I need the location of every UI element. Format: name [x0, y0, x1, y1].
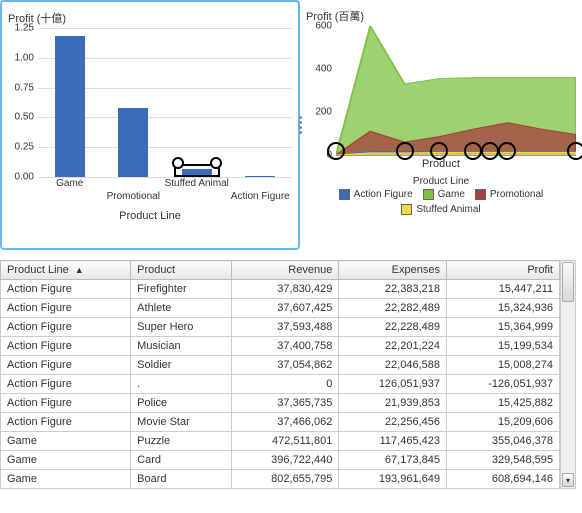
table-row[interactable]: GamePuzzle472,511,801117,465,423355,046,…	[1, 432, 560, 451]
table-row[interactable]: Action Figure.0126,051,937-126,051,937	[1, 375, 560, 394]
table-row[interactable]: GameBoard802,655,795193,961,649608,694,1…	[1, 470, 560, 489]
swatch-icon	[475, 189, 486, 200]
selection-marker-icon[interactable]	[498, 142, 516, 160]
area-x-axis-label: Product	[306, 158, 576, 170]
selection-marker-icon[interactable]	[396, 142, 414, 160]
bar-y-axis: 0.000.250.500.751.001.25	[8, 28, 36, 177]
col-header-product-line[interactable]: Product Line▲	[1, 261, 131, 280]
sort-asc-icon: ▲	[75, 265, 84, 275]
legend-item-action-figure[interactable]: Action Figure	[339, 189, 413, 200]
bar-x-axis-label: Product Line	[8, 210, 292, 222]
table-row[interactable]: Action FigurePolice37,365,73521,939,8531…	[1, 394, 560, 413]
area-chart-panel[interactable]: Profit (百萬) 0200400600 Product Product L…	[300, 0, 582, 250]
swatch-icon	[339, 189, 350, 200]
bar-stuffed-animal[interactable]	[172, 28, 222, 177]
area-chart-plot[interactable]: 0200400600	[336, 26, 576, 156]
area-chart-title: Profit (百萬)	[306, 8, 576, 24]
table-row[interactable]: Action FigureMusician37,400,75822,201,22…	[1, 337, 560, 356]
table-row[interactable]: Action FigureSuper Hero37,593,48822,228,…	[1, 318, 560, 337]
table-row[interactable]: Action FigureMovie Star37,466,06222,256,…	[1, 413, 560, 432]
table-row[interactable]: Action FigureFirefighter37,830,42922,383…	[1, 280, 560, 299]
vertical-scrollbar[interactable]: ▾	[560, 260, 576, 489]
selection-marker-icon[interactable]	[430, 142, 448, 160]
table-row[interactable]: Action FigureAthlete37,607,42522,282,489…	[1, 299, 560, 318]
selection-marker-icon[interactable]	[327, 142, 345, 160]
legend-item-game[interactable]: Game	[423, 189, 465, 200]
data-table[interactable]: Product Line▲ProductRevenueExpensesProfi…	[0, 260, 560, 489]
bar-chart-panel[interactable]: Profit (十億) 0.000.250.500.751.001.25 Gam…	[0, 0, 300, 250]
swatch-icon	[423, 189, 434, 200]
area-series-stuffed-animal[interactable]	[336, 152, 576, 155]
data-table-container: Product Line▲ProductRevenueExpensesProfi…	[0, 260, 582, 489]
bar-promotional[interactable]	[108, 28, 158, 177]
selection-marker-icon[interactable]	[567, 142, 582, 160]
col-header-expenses[interactable]: Expenses	[339, 261, 447, 280]
bar-x-categories: GamePromotionalStuffed AnimalAction Figu…	[38, 178, 292, 208]
table-row[interactable]: Action FigureSoldier37,054,86222,046,588…	[1, 356, 560, 375]
scroll-down-button[interactable]: ▾	[562, 473, 574, 487]
bar-game[interactable]	[45, 28, 95, 177]
legend-item-promotional[interactable]: Promotional	[475, 189, 543, 200]
scroll-thumb[interactable]	[562, 262, 574, 302]
table-row[interactable]: GameCard396,722,44067,173,845329,548,595	[1, 451, 560, 470]
legend-item-stuffed-animal[interactable]: Stuffed Animal	[401, 204, 480, 215]
selection-marker-icon[interactable]	[464, 142, 482, 160]
area-chart-legend: Product Line Action Figure Game Promotiona…	[306, 176, 576, 215]
area-y-axis: 0200400600	[308, 26, 334, 155]
col-header-profit[interactable]: Profit	[446, 261, 559, 280]
bar-chart-title: Profit (十億)	[8, 10, 292, 26]
swatch-icon	[401, 204, 412, 215]
bar-action-figure[interactable]	[235, 28, 285, 177]
col-header-revenue[interactable]: Revenue	[231, 261, 339, 280]
col-header-product[interactable]: Product	[131, 261, 232, 280]
selection-marker-icon[interactable]	[481, 142, 499, 160]
legend-title: Product Line	[306, 176, 576, 187]
bar-chart-plot[interactable]: 0.000.250.500.751.001.25	[38, 28, 292, 178]
